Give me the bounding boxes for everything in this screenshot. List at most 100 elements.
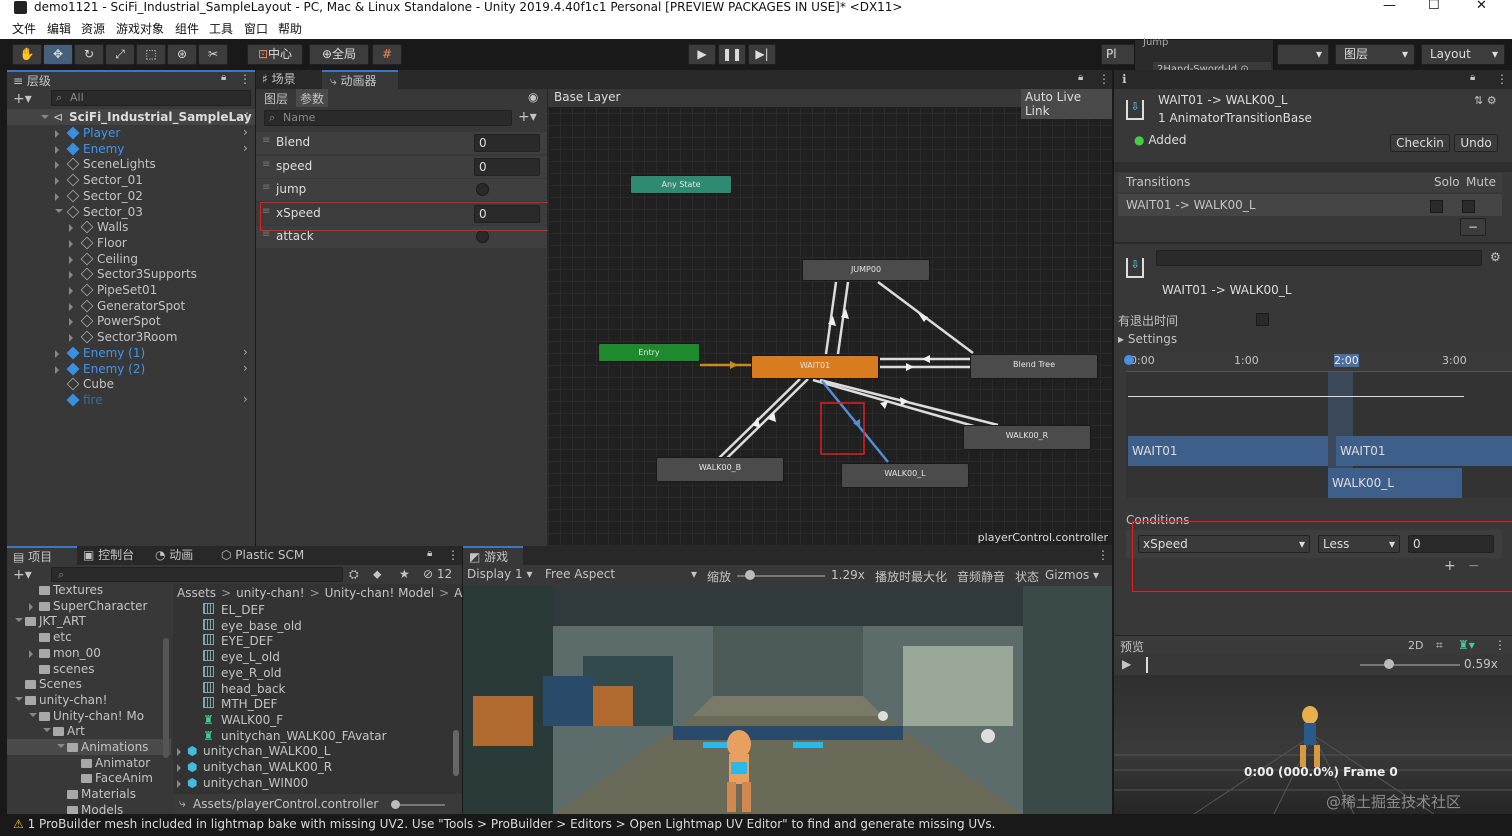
tab-hierarchy[interactable]: ≡ 层级 bbox=[7, 70, 255, 89]
menu-assets[interactable]: 资源 bbox=[81, 20, 105, 37]
mute-audio-toggle[interactable]: 音频静音 bbox=[957, 568, 1005, 585]
parameter-row[interactable]: ≡ Blend 0 bbox=[256, 132, 547, 154]
hierarchy-item[interactable]: fire › bbox=[7, 392, 255, 408]
expand-right-icon[interactable] bbox=[55, 365, 59, 374]
add-asset-button[interactable]: +▾ bbox=[13, 567, 32, 583]
expand-right-icon[interactable] bbox=[29, 649, 33, 658]
asset-item[interactable]: eye_base_old bbox=[173, 618, 453, 634]
speed-slider-track[interactable] bbox=[1360, 664, 1460, 666]
filter-type-icon[interactable]: ⛭ bbox=[349, 567, 359, 582]
expand-right-icon[interactable] bbox=[177, 748, 181, 757]
pivot-toggle-icon[interactable]: ⌗ bbox=[1436, 638, 1443, 653]
scene-row[interactable]: ⊲ SciFi_Industrial_SampleLay ⋮ bbox=[7, 109, 255, 125]
chevron-right-icon[interactable]: › bbox=[243, 345, 248, 359]
expand-right-icon[interactable] bbox=[177, 764, 181, 772]
checkin-button[interactable]: Checkin bbox=[1390, 134, 1450, 152]
custom-tool-icon[interactable]: ✂ bbox=[198, 44, 228, 65]
hierarchy-item[interactable]: Sector_03 bbox=[7, 204, 255, 220]
tab-plastic-scm[interactable]: ⬡ Plastic SCM bbox=[221, 546, 321, 565]
folder-item[interactable]: Animator bbox=[7, 755, 171, 771]
expand-down-icon[interactable] bbox=[15, 696, 23, 701]
tab-layers[interactable]: 图层 bbox=[264, 90, 288, 107]
kebab-menu-icon[interactable]: ⋮ bbox=[1496, 72, 1508, 86]
expand-right-icon[interactable] bbox=[69, 318, 73, 327]
folder-item[interactable]: FaceAnim bbox=[7, 770, 171, 786]
transition-timeline[interactable]: 0:00 1:00 2:00 3:00 WAIT01 WAIT01 WALK00… bbox=[1124, 352, 1512, 498]
chevron-right-icon[interactable]: › bbox=[243, 125, 248, 139]
tab-project[interactable]: ▤ 项目 bbox=[7, 546, 77, 565]
speed-slider-thumb[interactable] bbox=[1384, 659, 1394, 669]
drag-handle-icon[interactable]: ≡ bbox=[262, 182, 270, 193]
expand-right-icon[interactable] bbox=[55, 130, 59, 138]
gear-icon[interactable]: ⚙ bbox=[1490, 250, 1501, 264]
folder-item[interactable]: mon_00 bbox=[7, 645, 171, 661]
trigger-radio[interactable] bbox=[476, 230, 489, 244]
add-param-button[interactable]: +▾ bbox=[518, 109, 537, 125]
search-input[interactable]: ⌕ All bbox=[51, 90, 251, 106]
parameter-row[interactable]: ≡ jump bbox=[256, 179, 547, 202]
display-dropdown[interactable]: Display 1 ▾ bbox=[467, 567, 543, 581]
kebab-menu-icon[interactable]: ⋮ bbox=[1097, 548, 1109, 562]
stats-toggle[interactable]: 状态 bbox=[1015, 568, 1039, 585]
node-any-state[interactable]: Any State bbox=[630, 175, 732, 194]
tab-parameters[interactable]: 参数 bbox=[296, 89, 329, 107]
move-tool-icon[interactable]: ✥ bbox=[43, 44, 73, 65]
node-jump00[interactable]: JUMP00 bbox=[802, 259, 930, 281]
undo-button[interactable]: Undo bbox=[1454, 134, 1498, 152]
folder-item[interactable]: Scenes bbox=[7, 676, 171, 692]
chevron-right-icon[interactable]: › bbox=[243, 361, 248, 375]
aspect-dropdown[interactable]: Free Aspect ▾ bbox=[545, 567, 697, 581]
folder-item[interactable]: Materials bbox=[7, 786, 171, 802]
scene-menu-icon[interactable]: ⋮ bbox=[241, 110, 253, 124]
gizmos-dropdown[interactable]: Gizmos ▾ bbox=[1045, 568, 1099, 582]
transition-name-field[interactable] bbox=[1156, 250, 1482, 266]
menu-edit[interactable]: 编辑 bbox=[47, 20, 71, 37]
hierarchy-item[interactable]: PowerSpot bbox=[7, 313, 255, 329]
asset-item[interactable]: ⬢ unitychan_WIN00 bbox=[173, 775, 453, 791]
asset-item[interactable]: eye_L_old bbox=[173, 649, 453, 665]
expand-right-icon[interactable] bbox=[55, 145, 59, 154]
expand-down-icon[interactable] bbox=[57, 744, 65, 748]
asset-item[interactable]: ♜ WALK00_F bbox=[173, 712, 453, 728]
node-wait01[interactable]: WAIT01 bbox=[751, 355, 879, 379]
kebab-menu-icon[interactable]: ⋮ bbox=[1494, 638, 1506, 652]
tab-animator[interactable]: ⤷ 动画器 bbox=[322, 70, 398, 89]
asset-item[interactable]: EYE_DEF bbox=[173, 633, 453, 649]
hierarchy-item[interactable]: SceneLights bbox=[7, 156, 255, 172]
node-walk00-l[interactable]: WALK00_L bbox=[841, 463, 969, 488]
tab-scene[interactable]: ♯ 场景 bbox=[262, 70, 322, 89]
avatar-icon[interactable]: ♜▾ bbox=[1458, 638, 1475, 652]
expand-right-icon[interactable] bbox=[69, 239, 73, 248]
maximize-on-play-toggle[interactable]: 播放时最大化 bbox=[875, 568, 947, 585]
account-dropdown[interactable]: ▾ bbox=[1277, 44, 1329, 65]
mute-checkbox[interactable] bbox=[1462, 200, 1475, 213]
add-button[interactable]: +▾ bbox=[13, 91, 32, 107]
tab-console[interactable]: ▣ 控制台 bbox=[83, 546, 153, 565]
folder-item[interactable]: Unity-chan! Mo bbox=[7, 708, 171, 724]
rotate-tool-icon[interactable]: ↻ bbox=[74, 44, 104, 65]
expand-right-icon[interactable] bbox=[69, 271, 73, 280]
asset-item[interactable]: ♜ unitychan_WALK00_FAvatar bbox=[173, 728, 453, 744]
remove-transition-button[interactable]: − bbox=[1460, 218, 1486, 236]
folder-item[interactable]: Art bbox=[7, 723, 171, 739]
clip-wait01-a[interactable]: WAIT01 bbox=[1128, 436, 1328, 466]
folder-item[interactable]: Textures bbox=[7, 584, 171, 598]
layers-dropdown[interactable]: 图层 ▾ bbox=[1335, 44, 1415, 65]
folder-item[interactable]: Animations bbox=[7, 739, 171, 755]
game-viewport[interactable] bbox=[463, 586, 1112, 814]
folder-item[interactable]: JKT_ART bbox=[7, 613, 171, 629]
hierarchy-item[interactable]: Cube bbox=[7, 376, 255, 392]
scale-slider-thumb[interactable] bbox=[745, 570, 755, 580]
hierarchy-item[interactable]: Sector_01 bbox=[7, 172, 255, 188]
breadcrumb-item[interactable]: Assets bbox=[177, 586, 216, 600]
mode-2d-button[interactable]: 2D bbox=[1408, 639, 1423, 652]
rect-tool-icon[interactable]: ⬚ bbox=[136, 44, 166, 65]
kebab-menu-icon[interactable]: ⋮ bbox=[239, 72, 251, 86]
transform-tool-icon[interactable]: ⊛ bbox=[167, 44, 197, 65]
tab-game[interactable]: ◩ 游戏 bbox=[463, 546, 523, 565]
expand-right-icon[interactable] bbox=[55, 177, 59, 186]
hidden-count[interactable]: ⊘ 12 bbox=[423, 567, 452, 581]
expand-right-icon[interactable] bbox=[55, 349, 59, 358]
hierarchy-item[interactable]: Ceiling bbox=[7, 251, 255, 267]
has-exit-time-checkbox[interactable] bbox=[1256, 313, 1269, 326]
